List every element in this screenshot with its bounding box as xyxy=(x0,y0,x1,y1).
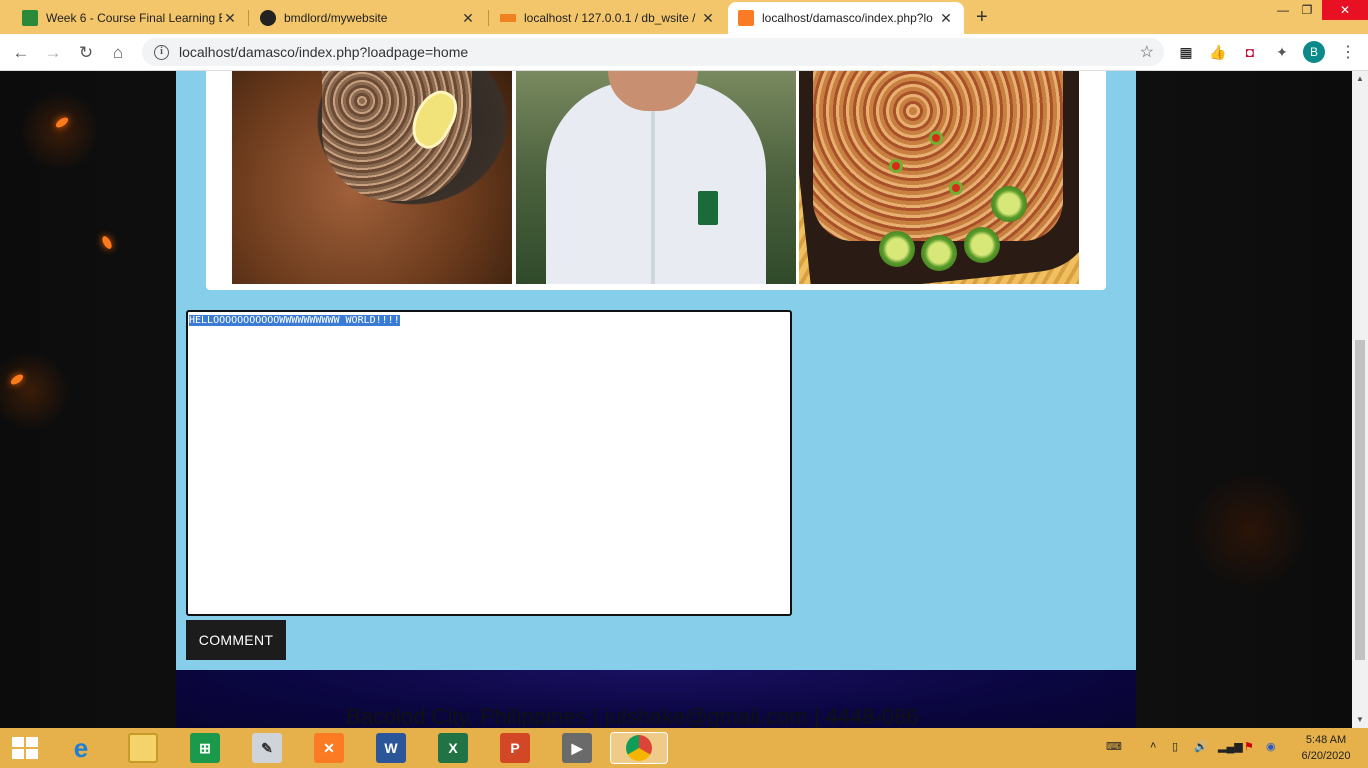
security-icon[interactable]: ◉ xyxy=(1266,740,1276,753)
tab-damasco[interactable]: localhost/damasco/index.php?lo ✕ xyxy=(728,2,964,34)
sisig-food xyxy=(322,71,472,201)
close-tab-icon[interactable]: ✕ xyxy=(938,10,954,27)
tab-title: localhost/damasco/index.php?lo xyxy=(762,11,933,25)
forward-icon[interactable]: → xyxy=(42,42,64,64)
chili-slice xyxy=(929,131,943,145)
xampp-taskbar-icon[interactable]: ✕ xyxy=(314,733,344,763)
calamansi xyxy=(964,227,1000,263)
chrome-icon xyxy=(626,735,652,761)
file-explorer-icon[interactable] xyxy=(128,733,158,763)
tab-separator xyxy=(488,10,489,26)
video-icon[interactable]: ▶ xyxy=(562,733,592,763)
store-icon[interactable]: ⊞ xyxy=(190,733,220,763)
tab-title: Week 6 - Course Final Learning E xyxy=(46,11,222,25)
tab-github[interactable]: bmdlord/mywebsite ✕ xyxy=(250,2,486,34)
menu-icon[interactable]: ⋮ xyxy=(1340,42,1356,62)
excel-icon[interactable]: X xyxy=(438,733,468,763)
footer-contact-text: Bacolod City, Philippines | julshake@gma… xyxy=(346,704,919,729)
thumbs-up-extension-icon[interactable]: 👍 xyxy=(1209,43,1227,61)
extensions-puzzle-icon[interactable]: ✦ xyxy=(1273,43,1291,61)
tab-separator xyxy=(248,10,249,26)
scroll-up-icon[interactable]: ▲ xyxy=(1352,71,1368,87)
signal-icon[interactable]: ▂▄▆ xyxy=(1218,740,1243,753)
site-info-icon[interactable]: i xyxy=(154,44,169,60)
show-hidden-icons[interactable]: ˄ xyxy=(1150,740,1156,752)
profile-avatar[interactable]: B xyxy=(1303,41,1325,63)
lasalle-icon xyxy=(22,10,38,26)
calamansi xyxy=(879,231,915,267)
calamansi xyxy=(991,186,1027,222)
chef-coat xyxy=(546,81,766,284)
pocket-extension-icon[interactable]: ◘ xyxy=(1241,43,1259,61)
chef-image xyxy=(516,71,796,284)
windows-start-icon[interactable] xyxy=(12,737,38,759)
tab-title: localhost / 127.0.0.1 / db_wsite / xyxy=(524,11,696,25)
selected-comment-text[interactable]: HELLOOOOOOOOOOOWWWWWWWWWW WORLD!!!! xyxy=(189,315,400,326)
keyboard-icon[interactable]: ⌨ xyxy=(1106,740,1122,753)
address-text[interactable]: localhost/damasco/index.php?loadpage=hom… xyxy=(179,44,468,60)
grid-extension-icon[interactable]: ▦ xyxy=(1177,43,1195,61)
internet-explorer-icon[interactable]: e xyxy=(66,733,96,763)
clock-time: 5:48 AM xyxy=(1305,734,1347,746)
tab-strip: Week 6 - Course Final Learning E ✕ bmdlo… xyxy=(0,0,1368,34)
close-tab-icon[interactable]: ✕ xyxy=(222,10,238,27)
close-window-icon[interactable]: ✕ xyxy=(1322,0,1368,20)
scrollbar-thumb[interactable] xyxy=(1355,340,1365,660)
ember-decoration xyxy=(54,115,70,130)
notepad-icon[interactable]: ✎ xyxy=(252,733,282,763)
new-tab-icon[interactable]: + xyxy=(976,6,988,29)
flag-icon[interactable]: ⚑ xyxy=(1244,740,1254,753)
chef-badge xyxy=(698,191,718,225)
close-tab-icon[interactable]: ✕ xyxy=(460,10,476,27)
sisig-food xyxy=(813,71,1063,241)
ember-decoration xyxy=(9,372,25,387)
bookmark-star-icon[interactable]: ☆ xyxy=(1140,42,1154,62)
tab-course[interactable]: Week 6 - Course Final Learning E ✕ xyxy=(12,2,248,34)
close-tab-icon[interactable]: ✕ xyxy=(700,10,716,27)
page-scrollbar[interactable]: ▲ ▼ xyxy=(1352,71,1368,728)
volume-icon[interactable]: 🔊 xyxy=(1194,740,1208,753)
powerpoint-icon[interactable]: P xyxy=(500,733,530,763)
comment-button[interactable]: COMMENT xyxy=(186,620,286,660)
chili-slice xyxy=(949,181,963,195)
word-icon[interactable]: W xyxy=(376,733,406,763)
github-icon xyxy=(260,10,276,26)
scroll-down-icon[interactable]: ▼ xyxy=(1352,712,1368,728)
sisig-plate-image xyxy=(799,71,1079,284)
chili-slice xyxy=(889,159,903,173)
chrome-taskbar-button[interactable] xyxy=(610,732,668,764)
xampp-icon xyxy=(738,10,754,26)
phpmyadmin-icon xyxy=(500,14,516,22)
browser-toolbar: ← → ↻ ⌂ i localhost/damasco/index.php?lo… xyxy=(0,34,1368,71)
clock-date: 6/20/2020 xyxy=(1301,750,1351,762)
home-icon[interactable]: ⌂ xyxy=(107,42,129,64)
tab-phpmyadmin[interactable]: localhost / 127.0.0.1 / db_wsite / ✕ xyxy=(490,2,726,34)
reload-icon[interactable]: ↻ xyxy=(75,42,97,64)
windows-taskbar: e ⊞ ✎ ✕ W X P ▶ ⌨ ˄ ▯ 🔊 ▂▄▆ ⚑ ◉ 5:48 AM … xyxy=(0,728,1368,768)
system-clock[interactable]: 5:48 AM 6/20/2020 xyxy=(1290,732,1362,764)
sisig-image xyxy=(232,71,512,284)
tab-title: bmdlord/mywebsite xyxy=(284,11,388,25)
device-icon[interactable]: ▯ xyxy=(1172,740,1178,753)
comment-textarea[interactable]: HELLOOOOOOOOOOOWWWWWWWWWW WORLD!!!! xyxy=(186,310,792,616)
calamansi xyxy=(921,235,957,271)
back-icon[interactable]: ← xyxy=(10,42,32,64)
ember-decoration xyxy=(100,234,114,251)
address-bar[interactable]: i localhost/damasco/index.php?loadpage=h… xyxy=(142,38,1164,66)
